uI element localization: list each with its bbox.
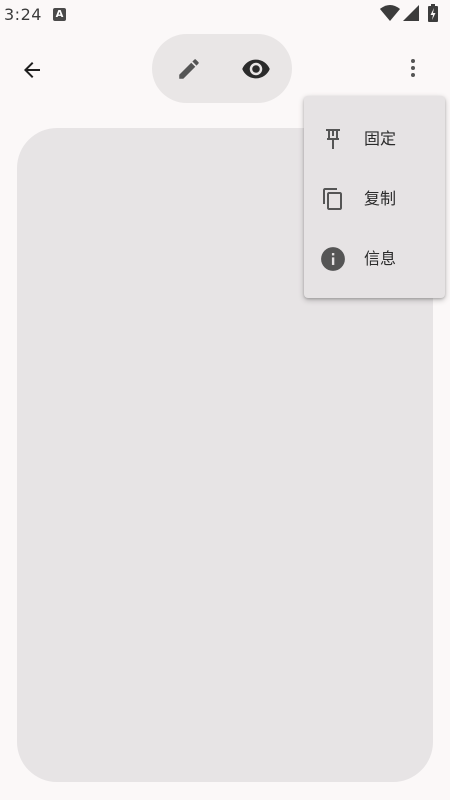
back-button[interactable] — [12, 50, 52, 90]
pin-icon — [320, 126, 346, 152]
menu-item-label: 复制 — [364, 189, 397, 208]
more-vert-icon — [411, 59, 415, 77]
menu-item-label: 固定 — [364, 129, 397, 148]
edit-mode-button[interactable] — [169, 49, 209, 89]
signal-icon — [403, 5, 419, 21]
wifi-icon — [380, 5, 400, 21]
arrow-back-icon — [24, 62, 40, 78]
mode-toggle — [152, 34, 292, 103]
info-icon — [320, 246, 346, 272]
popup-menu: 固定 复制 信息 — [304, 96, 445, 298]
menu-item-copy[interactable]: 复制 — [304, 168, 445, 228]
status-icons — [380, 4, 442, 22]
menu-item-info[interactable]: 信息 — [304, 228, 445, 288]
notification-icon: A — [53, 8, 66, 21]
menu-item-pin[interactable]: 固定 — [304, 108, 445, 168]
view-mode-button[interactable] — [236, 49, 276, 89]
battery-icon — [428, 4, 438, 22]
copy-icon — [320, 186, 346, 212]
eye-icon — [242, 59, 270, 79]
pencil-icon — [179, 59, 199, 79]
menu-item-label: 信息 — [364, 249, 397, 268]
more-options-button[interactable] — [393, 48, 433, 88]
status-bar: 3:24 A — [0, 0, 450, 30]
status-time: 3:24 — [4, 5, 42, 24]
